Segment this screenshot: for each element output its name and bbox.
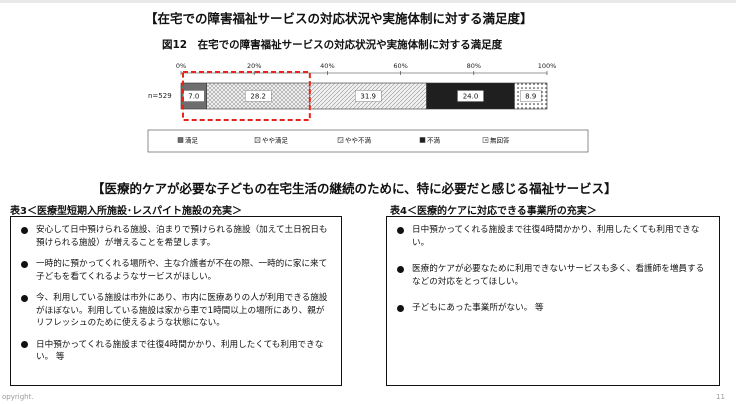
x-tick-label: 100% [538,62,557,70]
legend-swatch [177,137,184,143]
legend-label: やや満足 [262,137,289,145]
table3-panel: 安心して日中預けられる施設、泊まりで預けられる施設（加えて土日祝日も預けられる施… [10,216,342,386]
copyright-text: opyright. [2,393,34,401]
bullet-icon [397,304,404,312]
top-edge-bar [0,0,736,3]
category-label: n=529 [148,92,172,100]
bar-value-label: 24.0 [463,93,479,101]
list-item: 子どもにあった事業所がない。 等 [395,302,711,315]
bullet-icon [21,226,28,234]
table4-label: 表4＜医療的ケアに対応できる事業所の充実＞ [390,206,597,217]
bullet-icon [397,265,404,273]
legend-label: 無回答 [490,136,510,145]
x-axis-ticks: 0% 20% 40% 60% 80% 100% [176,62,556,70]
x-tick-label: 20% [247,62,261,70]
legend-label: やや不満 [345,137,372,145]
legend-swatch [254,137,261,143]
legend-swatch [337,137,344,143]
table3-label: 表3＜医療型短期入所施設･レスパイト施設の充実＞ [10,206,242,217]
list-item: 医療的ケアが必要なために利用できないサービスも多く、看護師を増員するなどの対応を… [395,263,711,288]
bullet-icon [21,294,28,302]
bar-value-label: 31.9 [360,93,376,101]
list-item: 安心して日中預けられる施設、泊まりで預けられる施設（加えて土日祝日も預けられる施… [19,224,333,249]
bullet-icon [397,226,404,234]
list-item: 日中預かってくれる施設まで往復4時間かかり、利用したくても利用できない。 [395,224,711,249]
figure-title: 図12 在宅での障害福祉サービスの対応状況や実施体制に対する満足度 [162,39,503,51]
bar-value-label: 8.9 [525,93,536,101]
legend-label: 不満 [427,137,441,145]
bullet-icon [21,260,28,268]
list-item: 今、利用している施設は市外にあり、市内に医療ありの人が利用できる施設がほぼない。… [19,292,333,330]
x-tick-label: 0% [176,62,186,70]
table4-panel: 日中預かってくれる施設まで往復4時間かかり、利用したくても利用できない。 医療的… [386,216,720,386]
bar-value-label: 28.2 [250,93,266,101]
x-tick-label: 40% [320,62,334,70]
legend-swatch [482,137,489,143]
page-number: 11 [716,393,725,401]
x-tick-label: 60% [393,62,407,70]
section1-title: 【在宅での障害福祉サービスの対応状況や実施体制に対する満足度】 [145,11,533,26]
x-tick-label: 80% [467,62,481,70]
legend-swatch [419,137,426,143]
satisfaction-chart: 0% 20% 40% 60% 80% 100% 7.0 28.2 31.9 24.0 8.9 n=… [147,62,589,153]
list-item: 日中預かってくれる施設まで往復4時間かかり、利用したくても利用できない。 等 [19,339,333,364]
legend-label: 満足 [185,137,199,145]
list-item: 一時的に預かってくれる場所や、主な介護者が不在の際、一時的に家に来て子どもを看て… [19,258,333,283]
bullet-icon [21,341,28,348]
section2-title: 【医療的ケアが必要な子どもの在宅生活の継続のために、特に必要だと感じる福祉サービ… [92,181,617,196]
bar-value-label: 7.0 [188,93,199,101]
